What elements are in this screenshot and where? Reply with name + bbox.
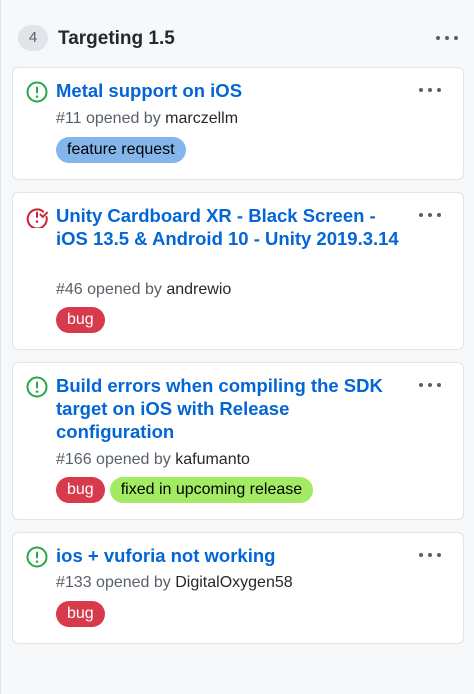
project-column: 4 Targeting 1.5 Metal support on iOS #11… xyxy=(0,0,474,694)
issue-title-link[interactable]: Unity Cardboard XR - Black Screen - iOS … xyxy=(56,204,401,250)
column-title: Targeting 1.5 xyxy=(58,28,175,49)
issue-labels: feature request xyxy=(56,137,191,163)
issue-opened-icon xyxy=(26,376,48,398)
opened-by-text: opened by xyxy=(85,110,161,127)
issue-meta: #11 opened by marczellm xyxy=(56,108,238,130)
issue-number: #11 xyxy=(56,110,82,127)
opened-by-text: opened by xyxy=(96,451,171,468)
issue-number: #133 xyxy=(56,574,92,591)
issue-title-link[interactable]: Build errors when compiling the SDK targ… xyxy=(56,374,401,443)
issue-opened-icon xyxy=(26,546,48,568)
issue-meta: #166 opened by kafumanto xyxy=(56,449,250,471)
card-menu-kebab-icon[interactable] xyxy=(417,550,443,560)
card-menu-kebab-icon[interactable] xyxy=(417,210,443,220)
issue-number: #166 xyxy=(56,451,92,468)
label-bug[interactable]: bug xyxy=(56,307,105,333)
issue-labels: bug fixed in upcoming release xyxy=(56,477,318,503)
issue-closed-icon xyxy=(26,208,48,228)
issue-title-link[interactable]: Metal support on iOS xyxy=(56,79,401,102)
column-menu-kebab-icon[interactable] xyxy=(434,33,460,43)
issue-labels: bug xyxy=(56,601,110,627)
issue-author-link[interactable]: andrewio xyxy=(166,281,231,298)
issue-number: #46 xyxy=(56,281,83,298)
card-menu-kebab-icon[interactable] xyxy=(417,85,443,95)
label-bug[interactable]: bug xyxy=(56,477,105,503)
label-bug[interactable]: bug xyxy=(56,601,105,627)
issue-title-link[interactable]: ios + vuforia not working xyxy=(56,544,401,567)
issue-card[interactable]: Metal support on iOS #11 opened by marcz… xyxy=(12,67,464,180)
issue-opened-icon xyxy=(26,81,48,103)
opened-by-text: opened by xyxy=(87,281,162,298)
issue-author-link[interactable]: kafumanto xyxy=(175,451,250,468)
issue-meta: #46 opened by andrewio xyxy=(56,279,231,301)
opened-by-text: opened by xyxy=(96,574,171,591)
column-header: 4 Targeting 1.5 xyxy=(1,0,474,66)
label-fixed-in-upcoming-release[interactable]: fixed in upcoming release xyxy=(109,477,314,503)
issue-card[interactable]: Unity Cardboard XR - Black Screen - iOS … xyxy=(12,192,464,350)
issue-card[interactable]: Build errors when compiling the SDK targ… xyxy=(12,362,464,520)
issue-count-badge: 4 xyxy=(18,25,48,51)
issue-card[interactable]: ios + vuforia not working #133 opened by… xyxy=(12,532,464,644)
issue-meta: #133 opened by DigitalOxygen58 xyxy=(56,572,293,594)
label-feature-request[interactable]: feature request xyxy=(56,137,186,163)
issue-author-link[interactable]: DigitalOxygen58 xyxy=(175,574,292,591)
issue-labels: bug xyxy=(56,307,110,333)
issue-author-link[interactable]: marczellm xyxy=(165,110,238,127)
card-menu-kebab-icon[interactable] xyxy=(417,380,443,390)
